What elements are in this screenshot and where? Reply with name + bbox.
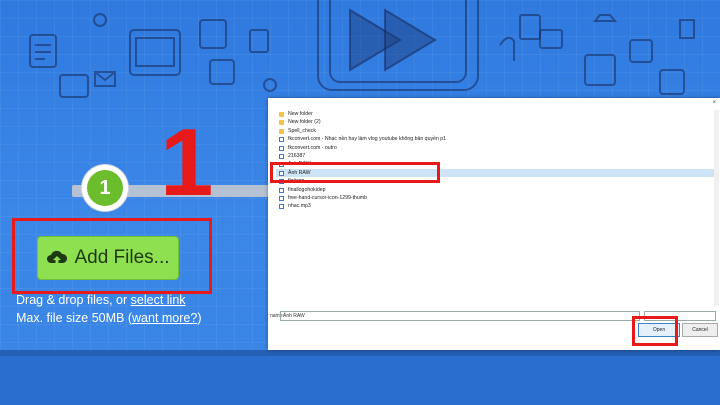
file-icon [279,204,284,210]
max-file-size-text: Max. file size 50MB (want more?) [16,311,202,325]
want-more-link[interactable]: want more? [132,311,197,325]
annotation-box-open-button [632,316,678,346]
folder-icon [279,112,284,117]
file-open-dialog: × New folder New folder (2) Spell_check … [268,98,720,350]
annotation-number-1: 1 [160,109,214,216]
file-list: New folder New folder (2) Spell_check fk… [276,110,716,211]
scrollbar[interactable] [714,110,719,306]
close-icon[interactable]: × [712,100,716,106]
file-icon [279,153,284,159]
list-item[interactable]: finallogohokidep [276,186,716,194]
annotation-box-selected-file [270,162,440,183]
file-icon [279,137,284,143]
list-item[interactable]: New folder (2) [276,118,716,126]
file-icon [279,195,284,201]
footer-band [0,350,720,405]
drag-drop-text: Drag & drop files, or select link [16,293,186,307]
annotation-box-add-files [12,218,212,294]
list-item[interactable]: 216387 [276,152,716,160]
list-item[interactable]: New folder [276,110,716,118]
file-name-input[interactable]: Ảnh RAW [280,311,640,321]
file-icon [279,145,284,151]
cancel-button[interactable]: Cancel [682,323,718,337]
step-number: 1 [87,170,123,206]
list-item[interactable]: free-hand-cursor-icon-1299-thumb [276,194,716,202]
list-item[interactable]: Spell_check [276,127,716,135]
select-link[interactable]: select link [131,293,186,307]
folder-icon [279,120,284,126]
list-item[interactable]: fkconvert.com - outro [276,144,716,152]
folder-icon [279,128,284,134]
list-item[interactable]: nhac.mp3 [276,202,716,210]
step-indicator: 1 [82,165,128,211]
list-item[interactable]: fkconvert.com - Nhạc nền hay làm vlog yo… [276,135,716,143]
file-icon [279,187,284,193]
